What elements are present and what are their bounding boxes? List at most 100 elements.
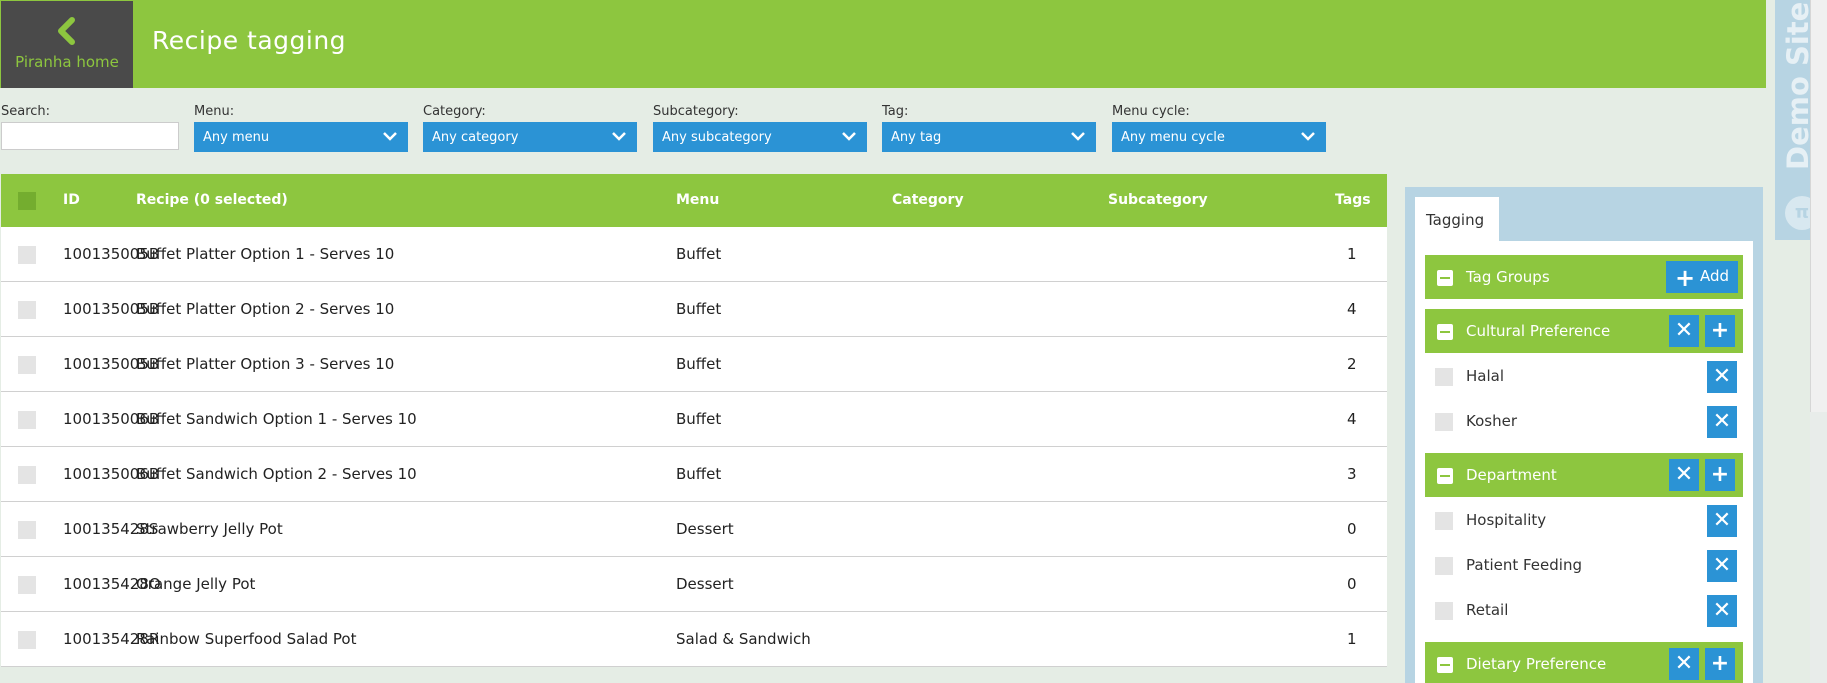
- column-header-subcategory[interactable]: Subcategory: [1108, 192, 1208, 208]
- tag-label: Halal: [1466, 367, 1504, 385]
- tab-tagging[interactable]: Tagging: [1415, 197, 1499, 241]
- scrollbar-thumb[interactable]: [1810, 0, 1827, 412]
- category-select[interactable]: Any category: [423, 122, 637, 152]
- tag-group-header[interactable]: Dietary Preference ✕ +: [1425, 642, 1743, 683]
- menu-cycle-filter-label: Menu cycle:: [1112, 104, 1190, 119]
- cell-tags: 4: [1347, 300, 1357, 318]
- remove-tag-button[interactable]: ✕: [1707, 595, 1737, 627]
- collapse-icon[interactable]: [1437, 468, 1453, 484]
- tagging-panel-body: Tag Groups + Add Cultural Preference ✕ + Ha…: [1415, 241, 1753, 683]
- tag-group-label: Dietary Preference: [1466, 655, 1607, 673]
- row-checkbox[interactable]: [18, 521, 36, 539]
- tag-select-value: Any tag: [891, 130, 942, 145]
- menu-cycle-select[interactable]: Any menu cycle: [1112, 122, 1326, 152]
- piranha-home-button[interactable]: Piranha home: [1, 1, 133, 88]
- add-tag-button[interactable]: +: [1705, 459, 1735, 491]
- row-checkbox[interactable]: [18, 466, 36, 484]
- remove-group-button[interactable]: ✕: [1669, 459, 1699, 491]
- plus-icon: +: [1675, 264, 1696, 292]
- tag-groups-header[interactable]: Tag Groups + Add: [1425, 255, 1743, 299]
- cell-recipe: Buffet Platter Option 3 - Serves 10: [136, 355, 395, 373]
- table-row[interactable]: 100135005B Buffet Platter Option 2 - Serv…: [1, 282, 1387, 337]
- menu-filter: Menu: Any menu: [194, 104, 408, 152]
- table-row[interactable]: 100135005B Buffet Platter Option 1 - Serv…: [1, 227, 1387, 282]
- cell-menu: Buffet: [676, 300, 722, 318]
- menu-select[interactable]: Any menu: [194, 122, 408, 152]
- chevron-down-icon: [1071, 132, 1085, 141]
- cell-recipe: Rainbow Superfood Salad Pot: [136, 630, 357, 648]
- close-icon: ✕: [1712, 409, 1732, 434]
- cell-menu: Buffet: [676, 465, 722, 483]
- tag-checkbox[interactable]: [1435, 512, 1453, 530]
- remove-group-button[interactable]: ✕: [1669, 315, 1699, 347]
- close-icon: ✕: [1674, 651, 1694, 676]
- row-checkbox[interactable]: [18, 246, 36, 264]
- tag-group-label: Cultural Preference: [1466, 322, 1611, 340]
- row-checkbox[interactable]: [18, 576, 36, 594]
- table-row[interactable]: 100135005B Buffet Platter Option 3 - Serv…: [1, 337, 1387, 392]
- tag-checkbox[interactable]: [1435, 368, 1453, 386]
- cell-tags: 1: [1347, 245, 1357, 263]
- tag-item: Halal ✕: [1425, 354, 1743, 399]
- tag-checkbox[interactable]: [1435, 602, 1453, 620]
- tag-group-header[interactable]: Cultural Preference ✕ +: [1425, 309, 1743, 353]
- tag-label: Patient Feeding: [1466, 556, 1582, 574]
- category-select-value: Any category: [432, 130, 519, 145]
- table-row[interactable]: 100135006B Buffet Sandwich Option 1 - Ser…: [1, 392, 1387, 447]
- remove-tag-button[interactable]: ✕: [1707, 505, 1737, 537]
- table-row[interactable]: 100135428O Orange Jelly Pot Dessert 0: [1, 557, 1387, 612]
- close-icon: ✕: [1712, 598, 1732, 623]
- column-header-recipe[interactable]: Recipe (0 selected): [136, 192, 288, 208]
- chevron-left-icon: [58, 17, 75, 45]
- search-label: Search:: [1, 104, 51, 119]
- cell-tags: 2: [1347, 355, 1357, 373]
- column-header-id[interactable]: ID: [63, 192, 80, 208]
- cell-menu: Buffet: [676, 355, 722, 373]
- add-tag-button[interactable]: +: [1705, 648, 1735, 680]
- tag-select[interactable]: Any tag: [882, 122, 1096, 152]
- collapse-icon[interactable]: [1437, 270, 1453, 286]
- remove-tag-button[interactable]: ✕: [1707, 361, 1737, 393]
- row-checkbox[interactable]: [18, 631, 36, 649]
- tag-filter: Tag: Any tag: [882, 104, 1096, 152]
- category-filter-label: Category:: [423, 104, 486, 119]
- remove-tag-button[interactable]: ✕: [1707, 406, 1737, 438]
- collapse-icon[interactable]: [1437, 657, 1453, 673]
- remove-group-button[interactable]: ✕: [1669, 648, 1699, 680]
- row-checkbox[interactable]: [18, 301, 36, 319]
- cell-tags: 0: [1347, 575, 1357, 593]
- chevron-down-icon: [383, 132, 397, 141]
- column-header-tags[interactable]: Tags: [1335, 192, 1371, 208]
- tag-item: Patient Feeding ✕: [1425, 543, 1743, 588]
- search-input[interactable]: [1, 122, 179, 150]
- add-tag-group-button[interactable]: + Add: [1666, 261, 1738, 293]
- table-row[interactable]: 100135428S Strawberry Jelly Pot Dessert 0: [1, 502, 1387, 557]
- add-tag-button[interactable]: +: [1705, 315, 1735, 347]
- remove-tag-button[interactable]: ✕: [1707, 550, 1737, 582]
- top-header: Piranha home Recipe tagging: [0, 0, 1766, 88]
- table-row[interactable]: 100135428R Rainbow Superfood Salad Pot Sal…: [1, 612, 1387, 667]
- column-header-category[interactable]: Category: [892, 192, 964, 208]
- column-header-menu[interactable]: Menu: [676, 192, 719, 208]
- table-row[interactable]: 100135006B Buffet Sandwich Option 2 - Ser…: [1, 447, 1387, 502]
- tag-item: Hospitality ✕: [1425, 498, 1743, 543]
- tag-label: Kosher: [1466, 412, 1517, 430]
- chevron-down-icon: [1301, 132, 1315, 141]
- row-checkbox[interactable]: [18, 411, 36, 429]
- close-icon: ✕: [1712, 364, 1732, 389]
- menu-cycle-filter: Menu cycle: Any menu cycle: [1112, 104, 1326, 152]
- select-all-checkbox[interactable]: [18, 192, 36, 210]
- menu-select-value: Any menu: [203, 130, 270, 145]
- row-checkbox[interactable]: [18, 356, 36, 374]
- cell-tags: 1: [1347, 630, 1357, 648]
- tag-checkbox[interactable]: [1435, 413, 1453, 431]
- collapse-icon[interactable]: [1437, 324, 1453, 340]
- cell-menu: Dessert: [676, 520, 734, 538]
- tag-checkbox[interactable]: [1435, 557, 1453, 575]
- plus-icon: +: [1710, 651, 1730, 676]
- tag-group-header[interactable]: Department ✕ +: [1425, 453, 1743, 497]
- cell-menu: Salad & Sandwich: [676, 630, 811, 648]
- subcategory-select[interactable]: Any subcategory: [653, 122, 867, 152]
- plus-icon: +: [1710, 318, 1730, 343]
- subcategory-select-value: Any subcategory: [662, 130, 772, 145]
